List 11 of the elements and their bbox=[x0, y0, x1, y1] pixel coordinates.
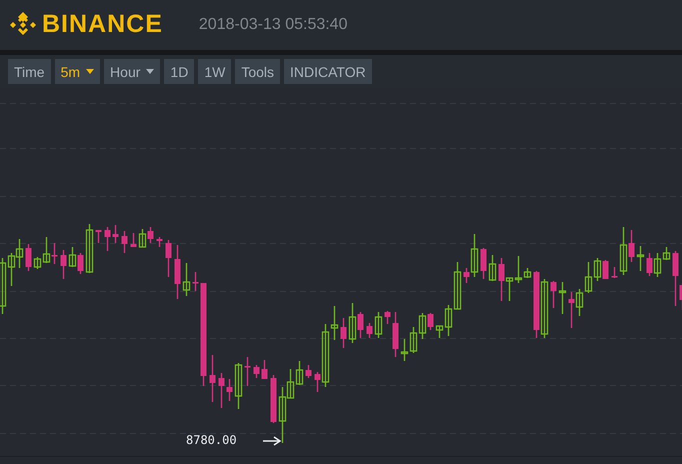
toolbar-button[interactable]: 1W bbox=[198, 59, 232, 84]
toolbar-button[interactable]: INDICATOR bbox=[284, 59, 372, 84]
toolbar-button[interactable]: Hour bbox=[104, 59, 160, 84]
toolbar-button[interactable]: Time bbox=[8, 59, 51, 84]
timestamp: 2018-03-13 05:53:40 bbox=[198, 15, 348, 35]
logo-text: BINANCE bbox=[42, 9, 163, 40]
arrow-icon bbox=[262, 436, 282, 446]
toolbar-button[interactable]: Tools bbox=[235, 59, 280, 84]
toolbar-button[interactable]: 1D bbox=[164, 59, 194, 84]
price-label: 8780.00 bbox=[186, 434, 237, 446]
toolbar-button[interactable]: 5m bbox=[54, 59, 100, 84]
